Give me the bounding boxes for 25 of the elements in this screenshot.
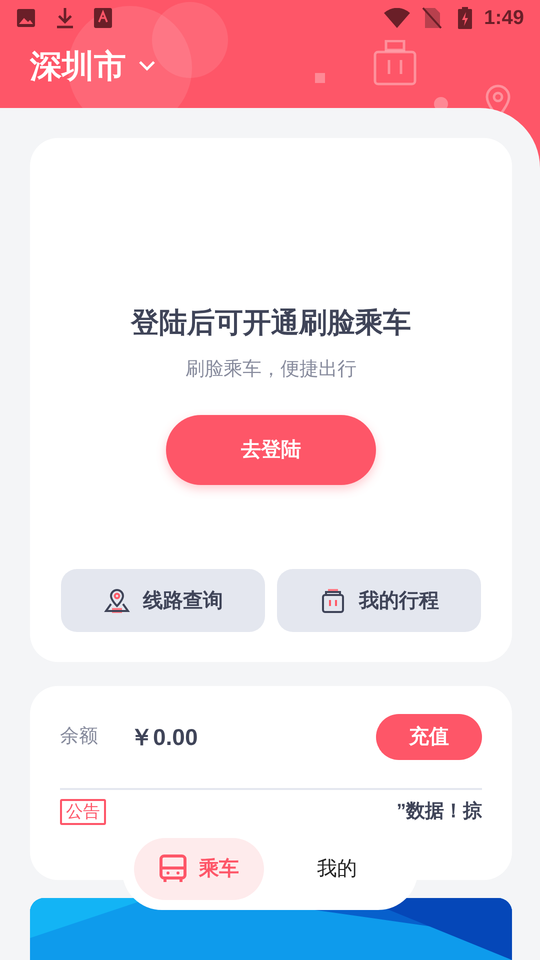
action-button[interactable]: 我的行程 [277, 569, 481, 632]
action-button[interactable]: 线路查询 [61, 569, 265, 632]
login-title: 登陆后可开通刷脸乘车 [131, 306, 411, 340]
image-icon [16, 8, 36, 28]
login-subtitle: 刷脸乘车，便捷出行 [186, 358, 356, 382]
status-time: 1:49 [484, 6, 524, 31]
chevron-down-icon [138, 60, 156, 72]
balance-label: 余额 [60, 724, 98, 749]
wifi-icon [384, 8, 410, 28]
suitcase-icon [319, 586, 347, 614]
no-sim-icon [422, 7, 442, 29]
font-icon [94, 8, 112, 28]
download-icon [56, 7, 74, 29]
battery-icon [458, 7, 472, 29]
balance-amount: ￥0.00 [130, 722, 198, 752]
login-button[interactable]: 去登陆 [166, 414, 376, 484]
location-pin-icon [103, 586, 131, 614]
recharge-button[interactable]: 充值 [376, 714, 482, 760]
bus-icon [159, 854, 187, 884]
notice-text: ”数据！掠 [396, 800, 482, 824]
decor-square [315, 73, 325, 83]
suitcase-icon [373, 40, 417, 86]
notice-tag: 公告 [60, 799, 106, 825]
city-selector[interactable]: 深圳市 [30, 42, 156, 90]
nav-tab[interactable]: 乘车 [134, 838, 264, 900]
